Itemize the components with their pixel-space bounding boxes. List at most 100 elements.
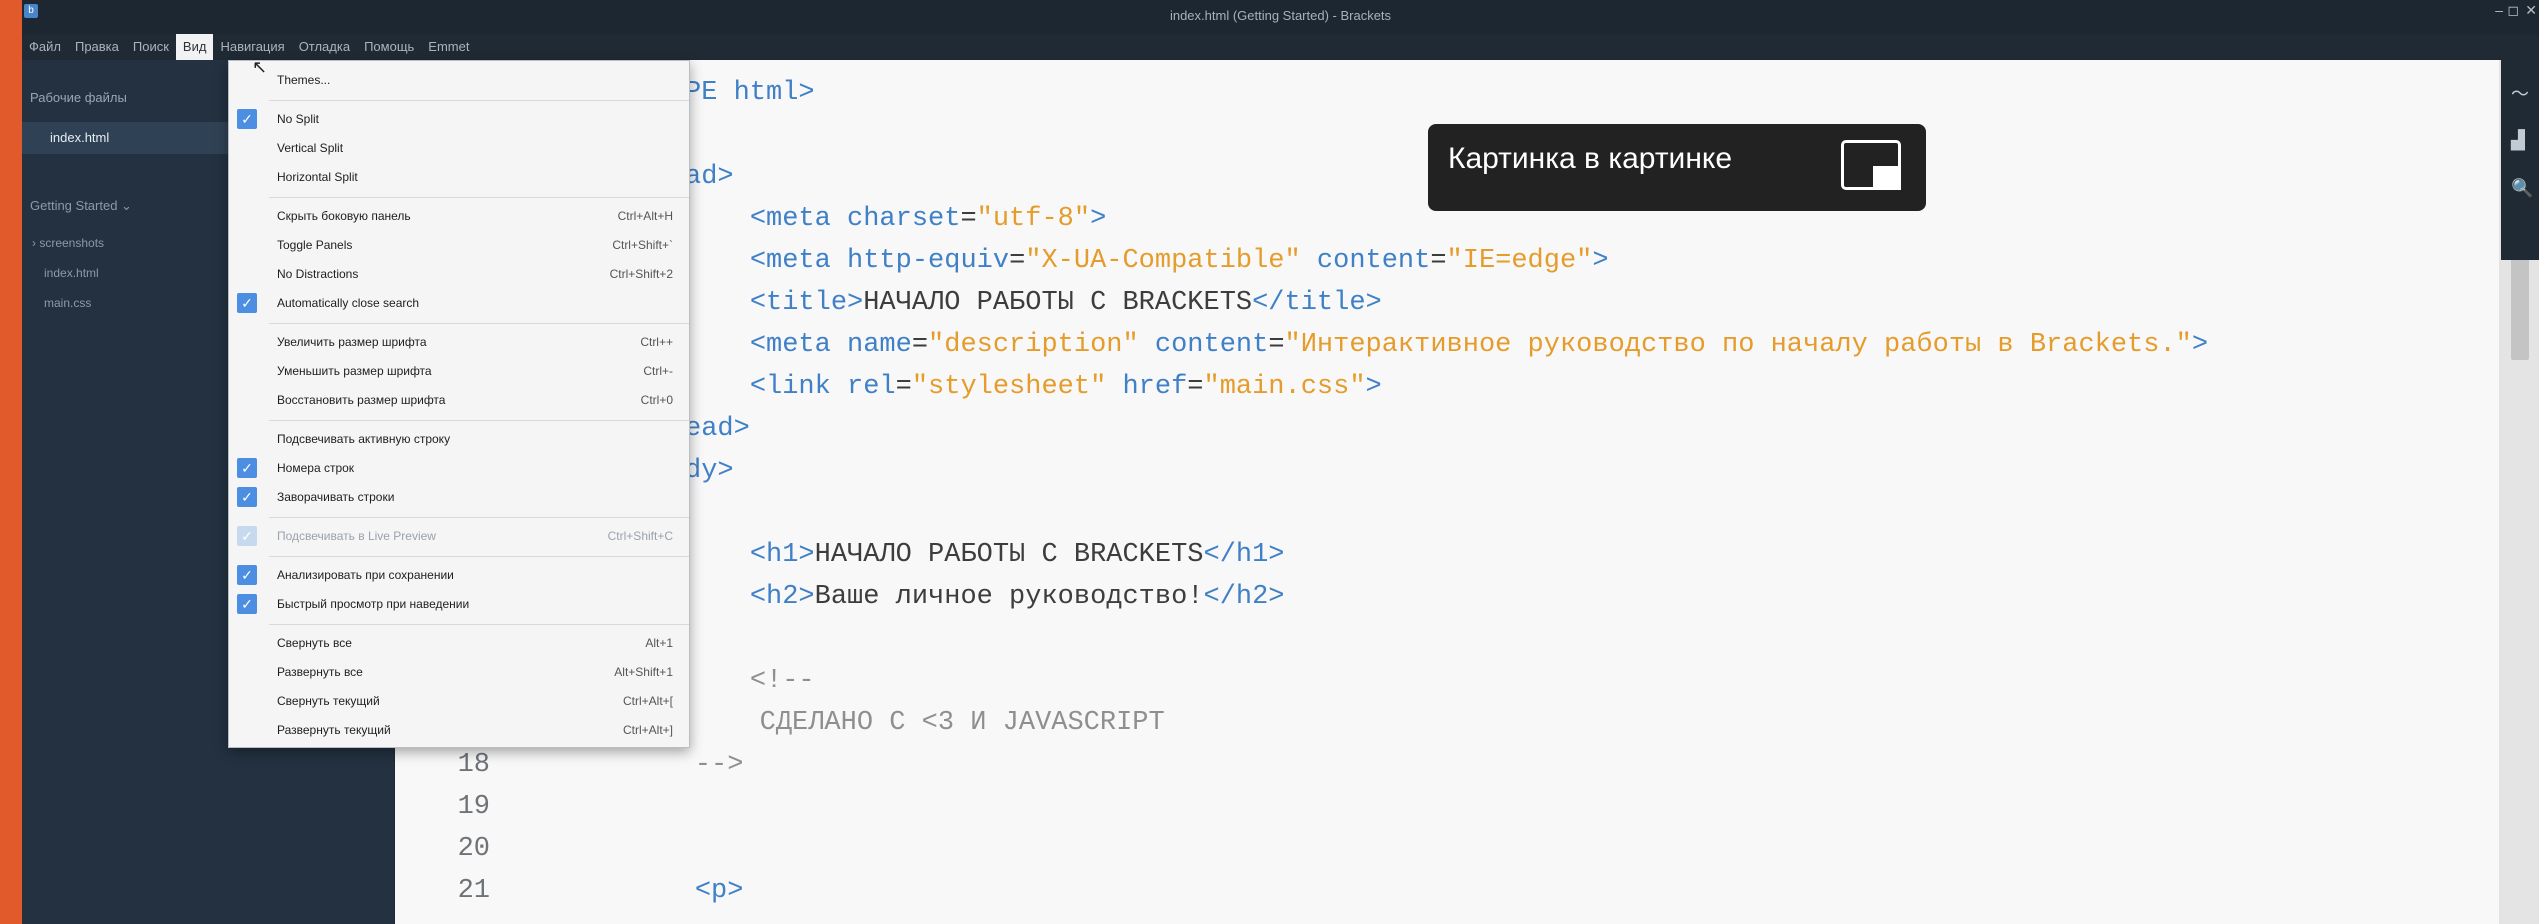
tree-file-index[interactable]: index.html: [44, 266, 99, 280]
line-number: 19: [457, 792, 490, 822]
menu-item[interactable]: Toggle Panels Ctrl+Shift+`: [229, 232, 687, 260]
editor[interactable]: PE html> ad> <meta charset="utf-8"> <meta…: [395, 60, 2525, 924]
menu-item[interactable]: Восстановить размер шрифта Ctrl+0: [229, 387, 687, 415]
menu-item-label: Horizontal Split: [277, 170, 358, 184]
code-line[interactable]: ead>: [685, 414, 750, 444]
menu-item-label: Подсвечивать активную строку: [277, 432, 451, 446]
checkmark-icon: ✓: [237, 109, 257, 129]
code-line[interactable]: -->: [630, 750, 744, 780]
menu-item-shortcut: Alt+1: [645, 636, 673, 650]
menu-item[interactable]: Vertical Split: [229, 135, 687, 163]
code-line[interactable]: <h2>Ваше личное руководство!</h2>: [685, 582, 1285, 612]
working-file-label: index.html: [50, 130, 110, 145]
code-line[interactable]: ad>: [685, 162, 734, 192]
menu-item-label: Скрыть боковую панель: [277, 209, 411, 223]
menu-item[interactable]: ✓ Номера строк: [229, 455, 687, 483]
menu-separator: [269, 197, 689, 198]
menu-item-label: Развернуть текущий: [277, 723, 391, 737]
brackets-window: b index.html (Getting Started) - Bracket…: [22, 0, 2539, 924]
code-line[interactable]: <h1>НАЧАЛО РАБОТЫ С BRACKETS</h1>: [685, 540, 1285, 570]
pip-overlay[interactable]: Картинка в картинке: [1428, 124, 1926, 211]
extension-icon[interactable]: ▟: [2511, 130, 2525, 151]
menu-item[interactable]: Свернуть все Alt+1: [229, 630, 687, 658]
menubar: Файл Правка Поиск Вид Навигация Отладка …: [22, 34, 722, 60]
menu-item[interactable]: Horizontal Split: [229, 164, 687, 192]
menu-item-label: Заворачивать строки: [277, 490, 395, 504]
menu-item-shortcut: Ctrl+Shift+C: [607, 529, 673, 543]
menu-item-label: Свернуть все: [277, 636, 352, 650]
checkmark-icon: ✓: [237, 526, 257, 546]
close-button[interactable]: ✕: [2525, 2, 2537, 19]
menu-item[interactable]: No Distractions Ctrl+Shift+2: [229, 261, 687, 289]
tree-folder[interactable]: › screenshots: [32, 236, 104, 250]
checkmark-icon: ✓: [237, 293, 257, 313]
menu-item-label: Automatically close search: [277, 296, 420, 310]
menu-item[interactable]: Свернуть текущий Ctrl+Alt+[: [229, 688, 687, 716]
menu-item-label: No Distractions: [277, 267, 359, 281]
line-number: 21: [457, 876, 490, 906]
menu-view[interactable]: Вид: [175, 34, 214, 60]
menu-item-label: Анализировать при сохранении: [277, 568, 454, 582]
menu-item[interactable]: ✓ No Split: [229, 106, 687, 134]
menu-item[interactable]: ✓ Automatically close search: [229, 290, 687, 318]
menu-item-shortcut: Ctrl++: [640, 335, 673, 349]
menu-item-shortcut: Ctrl+0: [640, 393, 673, 407]
pip-label: Картинка в картинке: [1448, 142, 1733, 175]
working-file-item[interactable]: index.html: [22, 122, 252, 154]
code-line[interactable]: PE html>: [685, 78, 815, 108]
menu-item-label: Увеличить размер шрифта: [277, 335, 427, 349]
maximize-button[interactable]: ◻: [2507, 2, 2519, 19]
code-line[interactable]: <meta name="description" content="Интера…: [685, 330, 2208, 360]
menu-item[interactable]: Увеличить размер шрифта Ctrl++: [229, 329, 687, 357]
line-number: 18: [457, 750, 490, 780]
menu-item[interactable]: Уменьшить размер шрифта Ctrl+-: [229, 358, 687, 386]
live-preview-icon[interactable]: ～: [2511, 80, 2529, 106]
menu-emmet[interactable]: Emmet: [421, 34, 476, 60]
code-line[interactable]: <link rel="stylesheet" href="main.css">: [685, 372, 1382, 402]
menu-item-shortcut: Ctrl+Shift+`: [612, 238, 673, 252]
window-title: index.html (Getting Started) - Brackets: [1169, 8, 1392, 23]
pip-icon[interactable]: [1841, 140, 1901, 190]
menu-file[interactable]: Файл: [22, 34, 68, 60]
menu-item[interactable]: Развернуть текущий Ctrl+Alt+]: [229, 717, 687, 745]
line-number: 20: [457, 834, 490, 864]
tree-file-main[interactable]: main.css: [44, 296, 91, 310]
code-line[interactable]: <meta charset="utf-8">: [685, 204, 1106, 234]
code-line[interactable]: <!--: [685, 666, 815, 696]
menu-item-label: Номера строк: [277, 461, 355, 475]
minimize-button[interactable]: –: [2495, 2, 2503, 18]
code-line[interactable]: <title>НАЧАЛО РАБОТЫ С BRACKETS</title>: [685, 288, 1382, 318]
menu-help[interactable]: Помощь: [357, 34, 421, 60]
checkmark-icon: ✓: [237, 458, 257, 478]
code-line[interactable]: <p>: [630, 876, 744, 906]
menu-item[interactable]: Themes...: [229, 67, 687, 95]
menu-item-shortcut: Ctrl+Alt+]: [622, 723, 673, 737]
code-line[interactable]: СДЕЛАНО С <3 И JAVASCRIPT: [630, 708, 1165, 738]
menu-debug[interactable]: Отладка: [292, 34, 357, 60]
mouse-cursor: ↖: [252, 57, 268, 77]
menu-item-label: Подсвечивать в Live Preview: [277, 529, 436, 543]
menu-separator: [269, 323, 689, 324]
menu-item[interactable]: Скрыть боковую панель Ctrl+Alt+H: [229, 203, 687, 231]
menu-separator: [269, 100, 689, 101]
menu-item-label: Themes...: [277, 73, 331, 87]
menu-item[interactable]: Развернуть все Alt+Shift+1: [229, 659, 687, 687]
menu-item-label: No Split: [277, 112, 320, 126]
menu-item-label: Toggle Panels: [277, 238, 353, 252]
project-title[interactable]: Getting Started ⌄: [30, 198, 132, 214]
search-icon[interactable]: 🔍: [2511, 178, 2533, 199]
code-line[interactable]: <meta http-equiv="X-UA-Compatible" conte…: [685, 246, 1609, 276]
menu-item-label: Быстрый просмотр при наведении: [277, 597, 470, 611]
code-line[interactable]: dy>: [685, 456, 734, 486]
menu-separator: [269, 517, 689, 518]
right-toolbar: ～ ▟ 🔍: [2501, 60, 2539, 260]
menu-item[interactable]: ✓ Быстрый просмотр при наведении: [229, 591, 687, 619]
menu-item-shortcut: Ctrl+Shift+2: [609, 267, 673, 281]
menu-item[interactable]: ✓ Анализировать при сохранении: [229, 562, 687, 590]
menu-find[interactable]: Поиск: [126, 34, 176, 60]
menu-item: ✓ Подсвечивать в Live Preview Ctrl+Shift+C: [229, 523, 687, 551]
menu-item[interactable]: ✓ Заворачивать строки: [229, 484, 687, 512]
working-files-title: Рабочие файлы: [30, 90, 127, 105]
menu-edit[interactable]: Правка: [68, 34, 126, 60]
menu-item[interactable]: Подсвечивать активную строку: [229, 426, 687, 454]
